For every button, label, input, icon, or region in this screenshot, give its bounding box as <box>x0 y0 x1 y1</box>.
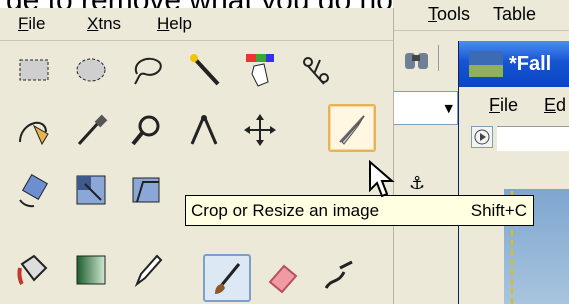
ellipse-select-tool[interactable] <box>69 48 113 92</box>
app-dropdown[interactable]: ▼ <box>393 91 458 125</box>
toolbar-separator <box>438 45 439 71</box>
menu-tools[interactable]: Tools <box>428 4 470 25</box>
tool-tooltip: Crop or Resize an image Shift+C <box>185 195 534 226</box>
anchor-icon: ⚓ <box>409 173 426 194</box>
mouse-cursor-icon <box>369 160 395 198</box>
eraser-icon <box>268 264 298 294</box>
color-select-tool[interactable] <box>238 48 282 92</box>
play-button[interactable] <box>471 126 493 148</box>
magnifier-icon <box>131 115 160 146</box>
toolbox-menubar: File Xtns Help <box>0 8 393 41</box>
tooltip-shortcut: Shift+C <box>470 201 527 220</box>
binoculars-icon[interactable] <box>403 45 431 73</box>
paintbrush-tool[interactable] <box>203 254 251 302</box>
rect-select-icon <box>19 59 49 81</box>
play-icon <box>474 129 490 145</box>
crop-tool[interactable] <box>328 104 376 152</box>
eraser-tool[interactable] <box>260 254 304 298</box>
color-select-icon <box>246 54 274 87</box>
window-titlebar[interactable]: *Fall <box>459 41 569 87</box>
toolbox-panel: File Xtns Help <box>0 8 394 304</box>
rotate-tool[interactable] <box>12 168 56 212</box>
menu-file[interactable]: File <box>18 14 45 34</box>
shear-tool[interactable] <box>125 168 169 212</box>
scale-icon <box>76 175 106 205</box>
image-window[interactable]: *Fall File Ed <box>458 41 569 304</box>
gradient-icon <box>76 255 106 285</box>
app-menubar: Tools Table <box>393 0 569 31</box>
window-menu-edit[interactable]: Ed <box>544 95 566 116</box>
tooltip-text: Crop or Resize an image <box>191 201 380 220</box>
scale-tool[interactable] <box>69 168 113 212</box>
bucket-fill-tool[interactable] <box>12 248 56 292</box>
pencil-icon <box>134 254 163 287</box>
compass-icon <box>190 115 218 145</box>
move-arrows-icon <box>244 114 276 146</box>
rotate-icon <box>19 174 48 208</box>
airbrush-tool[interactable] <box>316 254 360 298</box>
image-thumbnail-icon <box>469 51 503 77</box>
menu-xtns[interactable]: Xtns <box>87 14 121 34</box>
blend-tool[interactable] <box>69 248 113 292</box>
paths-icon <box>19 121 49 146</box>
measure-tool[interactable] <box>182 108 226 152</box>
window-title: *Fall <box>509 53 552 75</box>
magic-wand-icon <box>190 54 220 86</box>
menu-table[interactable]: Table <box>493 4 536 25</box>
window-toolbar <box>459 121 569 151</box>
window-menu-file[interactable]: File <box>489 95 518 116</box>
eyedropper-icon <box>77 114 108 146</box>
color-picker-tool[interactable] <box>69 108 113 152</box>
airbrush-icon <box>324 260 353 289</box>
paint-bucket-icon <box>17 254 48 286</box>
chevron-down-icon: ▼ <box>444 102 453 115</box>
lasso-icon <box>134 57 162 85</box>
scissors-tool[interactable] <box>294 48 338 92</box>
move-tool[interactable] <box>238 108 282 152</box>
fuzzy-select-tool[interactable] <box>182 48 226 92</box>
paintbrush-icon <box>215 263 241 294</box>
free-select-tool[interactable] <box>125 48 169 92</box>
menu-help[interactable]: Help <box>157 14 192 34</box>
window-menubar: File Ed <box>459 87 569 119</box>
paths-tool[interactable] <box>12 108 56 152</box>
zoom-tool[interactable] <box>125 108 169 152</box>
shear-icon <box>132 177 160 203</box>
rect-select-tool[interactable] <box>12 48 56 92</box>
pencil-tool[interactable] <box>125 248 169 292</box>
scalpel-icon <box>339 115 365 145</box>
scissors-icon <box>303 57 329 85</box>
ruler <box>497 126 569 151</box>
ellipse-select-icon <box>76 58 106 82</box>
